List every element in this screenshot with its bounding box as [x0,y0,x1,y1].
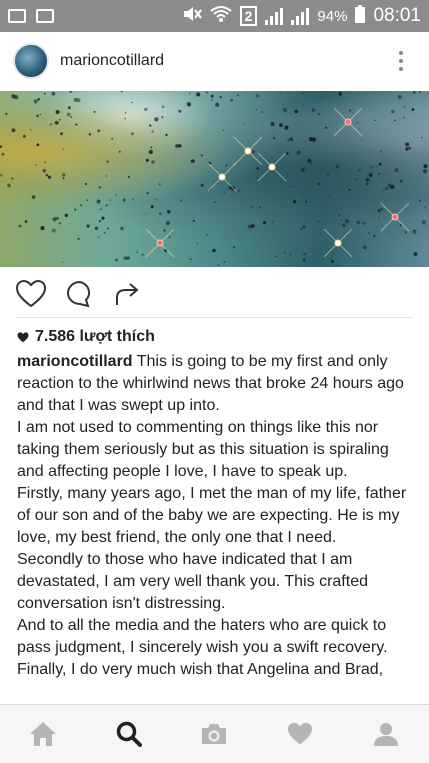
caption-line: And to all the media and the haters who … [17,617,388,656]
caption-author[interactable]: marioncotillard [17,353,133,370]
heart-icon[interactable] [15,279,47,313]
likes-text: 7.586 lượt thích [35,328,155,345]
camera-icon[interactable] [194,714,234,754]
search-icon[interactable] [109,714,149,754]
battery-level: 94% [317,7,348,25]
sim-icon: 2 [239,6,258,26]
home-icon[interactable] [23,714,63,754]
caption: marioncotillard This is going to be my f… [17,351,417,703]
gallery-icon [8,9,26,23]
clock: 08:01 [373,5,421,26]
mute-icon [182,5,202,28]
status-bar: 2 94% 08:01 [0,0,429,32]
comment-icon[interactable] [66,280,94,313]
activity-heart-icon[interactable] [280,714,320,754]
caption-line: Firstly, many years ago, I met the man o… [17,485,407,546]
caption-line: Finally, I do very much wish that Angeli… [17,661,384,678]
caption-line: Secondly to those who have indicated tha… [17,551,368,612]
username[interactable]: marioncotillard [60,52,164,70]
avatar[interactable] [13,43,49,79]
post-header: marioncotillard [0,32,429,90]
bottom-nav [0,704,429,763]
small-heart-icon [17,331,29,342]
image-notification-icon [36,9,54,23]
signal-icon [265,7,284,25]
post-actions [0,272,429,318]
battery-icon [355,4,366,28]
like-count[interactable]: 7.586 lượt thích [17,328,155,346]
wifi-icon [210,5,232,28]
profile-icon[interactable] [366,714,406,754]
signal-icon-2 [291,7,310,25]
starfield-image [0,91,429,267]
more-vertical-icon[interactable] [399,51,403,71]
share-icon[interactable] [114,280,142,313]
post-image[interactable] [0,91,429,267]
caption-line: I am not used to commenting on things li… [17,419,389,480]
divider [16,317,413,318]
